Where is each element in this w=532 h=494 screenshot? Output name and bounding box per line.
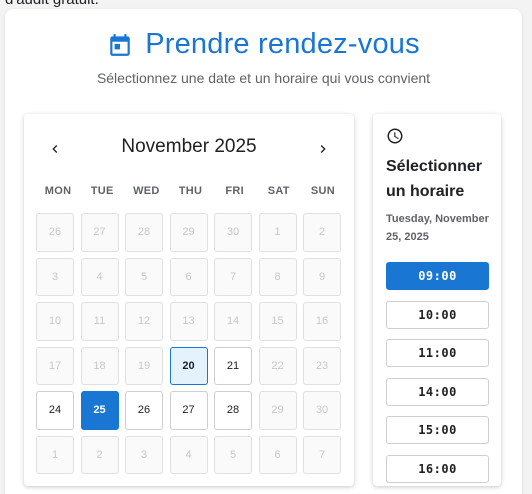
time-slot-button[interactable]: 09:00 bbox=[386, 262, 489, 290]
weekday-label: SAT bbox=[267, 185, 290, 197]
calendar-day: 7 bbox=[214, 257, 252, 296]
selected-date-label: Tuesday, November 25, 2025 bbox=[386, 213, 489, 243]
page-title: Prendre rendez-vous bbox=[145, 28, 420, 60]
weekday-label: SUN bbox=[310, 185, 335, 197]
calendar-day: 28 bbox=[125, 213, 163, 252]
calendar-day: 2 bbox=[303, 213, 341, 252]
calendar-day[interactable]: 21 bbox=[214, 346, 252, 385]
calendar-day: 23 bbox=[303, 346, 341, 385]
time-slot-button[interactable]: 11:00 bbox=[386, 339, 489, 367]
intro-text-fragment: d'audit gratuit. bbox=[5, 0, 99, 8]
calendar-day: 13 bbox=[169, 302, 208, 341]
weekday-header: MON TUE WED THU FRI SAT SUN bbox=[36, 185, 345, 197]
calendar-day: 26 bbox=[36, 213, 74, 252]
booking-card: Prendre rendez-vous Sélectionnez une dat… bbox=[5, 9, 522, 494]
time-slot-button[interactable]: 16:00 bbox=[386, 455, 489, 483]
calendar-day: 7 bbox=[303, 435, 341, 474]
calendar-day-selected[interactable]: 25 bbox=[80, 391, 119, 430]
clock-icon bbox=[387, 128, 403, 144]
calendar-day[interactable]: 24 bbox=[36, 391, 74, 430]
calendar-day: 3 bbox=[36, 257, 74, 296]
calendar-day: 5 bbox=[214, 435, 252, 474]
weekday-label: MON bbox=[44, 185, 72, 197]
calendar-day: 4 bbox=[169, 435, 208, 474]
calendar-day: 5 bbox=[125, 257, 163, 296]
weekday-label: FRI bbox=[225, 185, 244, 197]
calendar-day: 4 bbox=[80, 257, 119, 296]
calendar-day-today[interactable]: 20 bbox=[169, 346, 208, 385]
calendar-day: 10 bbox=[36, 302, 74, 341]
calendar-day: 9 bbox=[303, 257, 341, 296]
time-slots-panel: Sélectionner un horaire Tuesday, Novembe… bbox=[373, 114, 501, 486]
calendar-day: 19 bbox=[125, 346, 163, 385]
calendar-day: 27 bbox=[80, 213, 119, 252]
calendar-header: November 2025 bbox=[24, 134, 354, 164]
calendar-icon bbox=[110, 33, 130, 56]
month-label: November 2025 bbox=[121, 136, 257, 157]
calendar-days-grid: 26 27 28 29 30 1 2 3 4 5 6 7 8 9 10 11 12 13 14 15 16 17 18 19 2… bbox=[36, 213, 345, 474]
weekday-label: WED bbox=[133, 185, 160, 197]
page-subtitle: Sélectionnez une date et un horaire qui … bbox=[96, 70, 431, 86]
calendar-day: 1 bbox=[258, 213, 297, 252]
calendar-day: 12 bbox=[125, 302, 163, 341]
weekday-label: THU bbox=[178, 185, 203, 197]
time-slot-button[interactable]: 14:00 bbox=[386, 378, 489, 406]
calendar-day: 3 bbox=[125, 435, 163, 474]
calendar-day: 17 bbox=[36, 346, 74, 385]
calendar-day: 18 bbox=[80, 346, 119, 385]
calendar-day: 6 bbox=[169, 257, 208, 296]
calendar-panel: November 2025 MON TUE WED THU FRI SAT SU… bbox=[24, 114, 354, 486]
calendar-day[interactable]: 28 bbox=[214, 391, 252, 430]
calendar-day[interactable]: 26 bbox=[125, 391, 163, 430]
calendar-day: 2 bbox=[80, 435, 119, 474]
calendar-day: 30 bbox=[303, 391, 341, 430]
calendar-day: 15 bbox=[258, 302, 297, 341]
calendar-day: 8 bbox=[258, 257, 297, 296]
calendar-day: 6 bbox=[258, 435, 297, 474]
time-slot-button[interactable]: 15:00 bbox=[386, 416, 489, 444]
calendar-day: 1 bbox=[36, 435, 74, 474]
calendar-day: 29 bbox=[258, 391, 297, 430]
calendar-day[interactable]: 27 bbox=[169, 391, 208, 430]
next-month-button[interactable] bbox=[311, 137, 335, 161]
calendar-day: 29 bbox=[169, 213, 208, 252]
calendar-day: 11 bbox=[80, 302, 119, 341]
calendar-day: 14 bbox=[214, 302, 252, 341]
weekday-label: TUE bbox=[90, 185, 114, 197]
time-slots-title: Sélectionner un horaire bbox=[386, 158, 483, 200]
calendar-day: 16 bbox=[303, 302, 341, 341]
calendar-day: 30 bbox=[214, 213, 252, 252]
calendar-day: 22 bbox=[258, 346, 297, 385]
chevron-right-icon bbox=[320, 145, 326, 153]
time-slot-button[interactable]: 10:00 bbox=[386, 301, 489, 329]
page-header: Prendre rendez-vous bbox=[5, 28, 522, 61]
